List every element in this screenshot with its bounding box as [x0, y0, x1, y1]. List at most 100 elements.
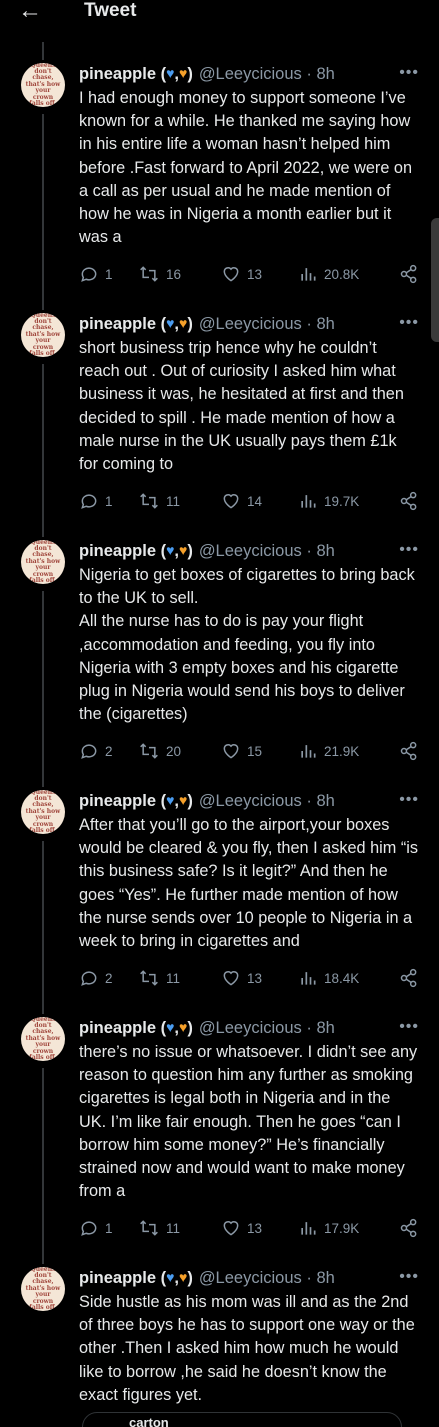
reply-button[interactable]: 1: [79, 264, 113, 284]
like-count: 13: [247, 266, 263, 282]
avatar[interactable]: Queens don't chase, that's how your crow…: [21, 1267, 65, 1311]
share-button[interactable]: [399, 491, 419, 511]
reply-count: 1: [105, 266, 113, 282]
page-title: Tweet: [84, 0, 137, 21]
tweet-actions: 2 11 13 18.4K: [79, 968, 424, 988]
thread-connector-line: [42, 114, 44, 310]
retweet-icon: [140, 970, 158, 986]
like-button[interactable]: 13: [221, 968, 262, 988]
views-button[interactable]: 18.4K: [298, 968, 359, 988]
reply-button[interactable]: 2: [79, 741, 113, 761]
views-button[interactable]: 21.9K: [298, 741, 359, 761]
like-icon: [223, 1221, 239, 1236]
thread-connector-line: [42, 591, 44, 787]
more-options-icon[interactable]: •••: [399, 63, 419, 83]
tweet-text: I had enough money to support someone I’…: [79, 89, 413, 247]
tweet-header: pineapple (♥,♥) @Leeycicious · 8h: [79, 790, 335, 812]
tweet-text: there’s no issue or whatsoever. I didn’t…: [79, 1043, 418, 1201]
like-icon: [223, 744, 239, 759]
avatar-text: Queens don't chase, that's how your crow…: [25, 313, 61, 357]
views-icon: [301, 268, 316, 281]
like-count: 13: [247, 1220, 263, 1236]
views-button[interactable]: 17.9K: [298, 1218, 359, 1238]
author-name[interactable]: pineapple (♥,♥): [79, 315, 193, 334]
reply-button[interactable]: 1: [79, 1218, 113, 1238]
author-handle-time[interactable]: @Leeycicious · 8h: [199, 1269, 335, 1288]
thread-connector-line: [42, 42, 44, 60]
tweet-actions: 2 20 15 21.9K: [79, 741, 424, 761]
thread-connector-line: [42, 364, 44, 537]
share-button[interactable]: [399, 741, 419, 761]
author-name[interactable]: pineapple (♥,♥): [79, 65, 193, 84]
author-name[interactable]: pineapple (♥,♥): [79, 542, 193, 561]
more-options-icon[interactable]: •••: [399, 313, 419, 333]
share-icon: [400, 1218, 417, 1238]
reply-button[interactable]: 1: [79, 491, 113, 511]
reply-count: 1: [105, 493, 113, 509]
author-handle-time[interactable]: @Leeycicious · 8h: [199, 65, 335, 84]
share-button[interactable]: [399, 968, 419, 988]
views-button[interactable]: 20.8K: [298, 264, 359, 284]
avatar[interactable]: Queens don't chase, that's how your crow…: [21, 1017, 65, 1061]
share-button[interactable]: [399, 1218, 419, 1238]
bottom-popup-bubble[interactable]: carton: [82, 1412, 402, 1427]
avatar[interactable]: Queens don't chase, that's how your crow…: [21, 540, 65, 584]
like-button[interactable]: 13: [221, 1218, 262, 1238]
views-button[interactable]: 19.7K: [298, 491, 359, 511]
like-button[interactable]: 13: [221, 264, 262, 284]
share-icon: [400, 264, 417, 284]
share-button[interactable]: [399, 264, 419, 284]
views-count: 19.7K: [324, 493, 360, 509]
bottom-bubble-label: carton: [129, 1415, 169, 1427]
views-icon: [301, 495, 316, 508]
retweet-count: 11: [166, 1220, 181, 1236]
scrollbar-thumb[interactable]: [431, 218, 439, 342]
more-options-icon[interactable]: •••: [399, 1267, 419, 1287]
retweet-count: 20: [166, 743, 182, 759]
like-button[interactable]: 14: [221, 491, 262, 511]
author-name[interactable]: pineapple (♥,♥): [79, 792, 193, 811]
retweet-icon: [140, 1220, 158, 1236]
retweet-button[interactable]: 20: [138, 741, 181, 761]
author-name[interactable]: pineapple (♥,♥): [79, 1019, 193, 1038]
arrow-left-icon[interactable]: ←: [18, 0, 42, 24]
more-options-icon[interactable]: •••: [399, 1017, 419, 1037]
like-button[interactable]: 15: [221, 741, 262, 761]
tweet-actions: 1 16 13 20.8K: [79, 264, 424, 284]
like-count: 15: [247, 743, 263, 759]
avatar[interactable]: Queens don't chase, that's how your crow…: [21, 790, 65, 834]
reply-count: 2: [105, 970, 113, 986]
retweet-button[interactable]: 11: [138, 968, 180, 988]
avatar[interactable]: Queens don't chase, that's how your crow…: [21, 63, 65, 107]
retweet-icon: [140, 266, 158, 282]
avatar-text: Queens don't chase, that's how your crow…: [25, 63, 61, 107]
retweet-count: 16: [166, 266, 182, 282]
retweet-button[interactable]: 11: [138, 491, 180, 511]
views-icon: [301, 972, 316, 985]
views-count: 18.4K: [324, 970, 360, 986]
tweet-text: Nigeria to get boxes of cigarettes to br…: [79, 566, 415, 724]
author-handle-time[interactable]: @Leeycicious · 8h: [199, 792, 335, 811]
like-count: 13: [247, 970, 263, 986]
tweet-text: After that you’ll go to the airport,your…: [79, 816, 419, 951]
views-count: 17.9K: [324, 1220, 360, 1236]
author-handle-time[interactable]: @Leeycicious · 8h: [199, 542, 335, 561]
views-icon: [301, 745, 316, 758]
tweet-text: Side hustle as his mom was ill and as th…: [79, 1293, 415, 1404]
avatar-text: Queens don't chase, that's how your crow…: [25, 1017, 61, 1061]
avatar-text: Queens don't chase, that's how your crow…: [25, 540, 61, 584]
more-options-icon[interactable]: •••: [399, 790, 419, 810]
more-options-icon[interactable]: •••: [399, 540, 419, 560]
author-handle-time[interactable]: @Leeycicious · 8h: [199, 315, 335, 334]
author-handle-time[interactable]: @Leeycicious · 8h: [199, 1019, 335, 1038]
reply-icon: [81, 1221, 97, 1236]
reply-button[interactable]: 2: [79, 968, 113, 988]
thread-connector-line: [42, 1068, 44, 1264]
reply-count: 1: [105, 1220, 113, 1236]
retweet-button[interactable]: 16: [138, 264, 181, 284]
reply-icon: [81, 971, 97, 986]
retweet-button[interactable]: 11: [138, 1218, 180, 1238]
avatar[interactable]: Queens don't chase, that's how your crow…: [21, 313, 65, 357]
author-name[interactable]: pineapple (♥,♥): [79, 1269, 193, 1288]
tweet-header: pineapple (♥,♥) @Leeycicious · 8h: [79, 1017, 335, 1039]
